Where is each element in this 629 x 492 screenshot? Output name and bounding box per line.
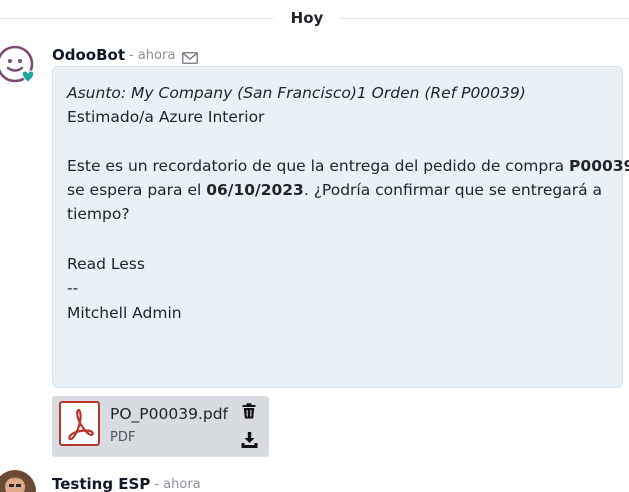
read-less-link[interactable]: Read Less (67, 252, 145, 276)
signature-separator: -- (67, 279, 79, 297)
download-icon[interactable] (241, 432, 258, 448)
delivery-date: 06/10/2023 (206, 181, 304, 199)
message-time: - ahora (129, 47, 176, 63)
body-text: se espera para el (67, 181, 207, 199)
body-text: . ¿Podría confirmar que se entregará a (303, 181, 603, 199)
message-body-line-3: tiempo? (67, 205, 130, 223)
odoobot-avatar-icon[interactable] (0, 43, 36, 85)
message-body-line-2: se espera para el 06/10/2023. ¿Podría co… (67, 178, 602, 202)
attachment-name[interactable]: PO_P00039.pdf (110, 405, 228, 423)
envelope-icon[interactable] (182, 49, 199, 64)
body-text: Este es un recordatorio de que la entreg… (67, 157, 570, 175)
message-greeting: Estimado/a Azure Interior (67, 108, 265, 126)
next-message-header: Testing ESP - ahora (52, 473, 201, 492)
po-reference: P00039 (569, 157, 629, 175)
day-separator-label: Hoy (290, 9, 324, 27)
message-header: OdooBot - ahora (52, 44, 199, 66)
pdf-icon (59, 401, 100, 446)
message-subject: Asunto: My Company (San Francisco)1 Orde… (67, 84, 526, 102)
day-separator: Hoy (0, 8, 629, 30)
separator-line-right (340, 18, 629, 19)
message-bubble: Asunto: My Company (San Francisco)1 Orde… (52, 66, 629, 388)
next-message-author[interactable]: Testing ESP (52, 475, 150, 492)
message-author[interactable]: OdooBot (52, 46, 125, 64)
signature: Mitchell Admin (67, 304, 182, 322)
next-message-time: - ahora (154, 476, 201, 492)
separator-line-left (0, 18, 274, 19)
user-avatar[interactable] (0, 470, 36, 492)
trash-icon[interactable] (242, 403, 256, 419)
attachment-card[interactable]: PO_P00039.pdf PDF (52, 396, 269, 457)
message-body-line-1: Este es un recordatorio de que la entreg… (67, 154, 629, 178)
attachment-type: PDF (110, 430, 136, 445)
